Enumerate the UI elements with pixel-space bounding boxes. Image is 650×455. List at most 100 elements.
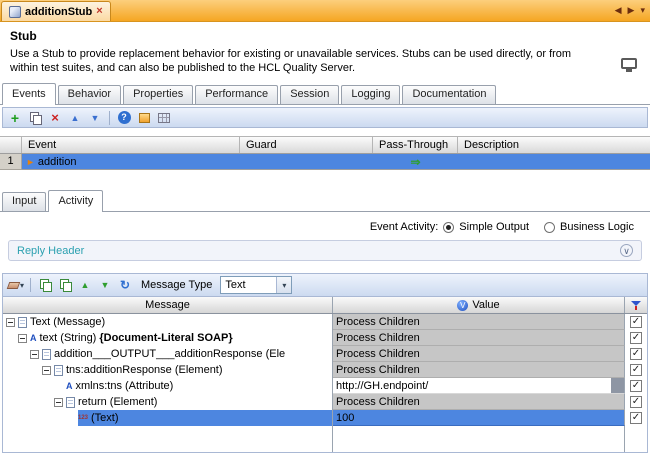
value-cell[interactable]: Process Children bbox=[333, 362, 625, 378]
column-event[interactable]: Event bbox=[22, 137, 240, 153]
include-checkbox[interactable]: ✓ bbox=[630, 348, 642, 360]
include-checkbox[interactable]: ✓ bbox=[630, 396, 642, 408]
value-cell[interactable]: Process Children bbox=[333, 346, 625, 362]
column-message[interactable]: Message bbox=[3, 297, 333, 313]
grid-icon bbox=[158, 113, 170, 123]
collapse-toggle-icon[interactable] bbox=[42, 366, 51, 375]
tab-session[interactable]: Session bbox=[280, 85, 339, 104]
reply-header-section[interactable]: Reply Header ∨ bbox=[8, 240, 642, 261]
message-type-dropdown[interactable]: Text ▾ bbox=[220, 276, 292, 294]
message-toolbar: ▾ ▲ ▼ ↻ Message Type Text ▾ bbox=[3, 274, 647, 297]
refresh-button[interactable]: ↻ bbox=[117, 277, 133, 293]
activity-panel: Event Activity: Simple Output Business L… bbox=[0, 212, 650, 455]
table-view-button[interactable] bbox=[156, 110, 172, 126]
delete-event-button[interactable]: × bbox=[47, 110, 63, 126]
column-filter[interactable] bbox=[625, 297, 647, 313]
help-icon: ? bbox=[118, 111, 131, 124]
message-row[interactable]: addition___OUTPUT___additionResponse (El… bbox=[3, 346, 647, 362]
message-node-icon bbox=[18, 317, 27, 328]
column-value[interactable]: V Value bbox=[333, 297, 625, 313]
help-button[interactable]: ? bbox=[116, 110, 132, 126]
move-up-button[interactable]: ▲ bbox=[67, 110, 83, 126]
page-title: Stub bbox=[10, 29, 640, 43]
cell-end-block bbox=[611, 378, 624, 393]
tab-title: additionStub bbox=[25, 6, 92, 18]
message-row[interactable]: Atext (String){Document-Literal SOAP} Pr… bbox=[3, 330, 647, 346]
toolbar-separator bbox=[109, 111, 110, 125]
tab-performance[interactable]: Performance bbox=[195, 85, 278, 104]
value-cell[interactable]: Process Children bbox=[333, 314, 625, 330]
event-activity-row: Event Activity: Simple Output Business L… bbox=[0, 212, 650, 236]
event-arrow-icon: ► bbox=[26, 157, 35, 167]
include-checkbox[interactable]: ✓ bbox=[630, 316, 642, 328]
copy-icon bbox=[40, 279, 51, 291]
event-sub-tabs: Input Activity bbox=[0, 190, 650, 212]
message-row[interactable]: tns:additionResponse (Element) Process C… bbox=[3, 362, 647, 378]
node-label: (Text) bbox=[91, 412, 119, 424]
collapse-toggle-icon[interactable] bbox=[18, 334, 27, 343]
copy-message-button[interactable] bbox=[37, 277, 53, 293]
tab-input[interactable]: Input bbox=[2, 192, 46, 211]
tab-events[interactable]: Events bbox=[2, 83, 56, 105]
spacer bbox=[0, 170, 650, 190]
message-type-value: Text bbox=[225, 279, 245, 291]
node-label: tns:additionResponse (Element) bbox=[66, 364, 223, 376]
node-label: return (Element) bbox=[78, 396, 157, 408]
value-cell[interactable]: Process Children bbox=[333, 394, 625, 410]
move-field-down-button[interactable]: ▼ bbox=[97, 277, 113, 293]
collapse-toggle-icon[interactable] bbox=[6, 318, 15, 327]
editor-tabstrip: additionStub × ◀ ▶ ▾ bbox=[0, 0, 650, 22]
dropdown-caret-icon: ▾ bbox=[20, 281, 24, 290]
move-down-button[interactable]: ▼ bbox=[87, 110, 103, 126]
message-row-selected[interactable]: 123(Text) 100 ✓ bbox=[3, 410, 647, 426]
radio-business-logic[interactable] bbox=[544, 222, 555, 233]
column-guard[interactable]: Guard bbox=[240, 137, 373, 153]
main-tabs: Events Behavior Properties Performance S… bbox=[0, 81, 650, 105]
nav-back-icon[interactable]: ◀ bbox=[615, 5, 622, 16]
include-checkbox[interactable]: ✓ bbox=[630, 364, 642, 376]
node-format-label: {Document-Literal SOAP} bbox=[99, 332, 232, 344]
tab-behavior[interactable]: Behavior bbox=[58, 85, 121, 104]
reply-header-title: Reply Header bbox=[17, 245, 84, 257]
message-row[interactable]: Axmlns:tns (Attribute) http://GH.endpoin… bbox=[3, 378, 647, 394]
value-cell[interactable]: 100 bbox=[333, 410, 625, 426]
event-name: addition bbox=[38, 156, 77, 168]
tab-additionstub[interactable]: additionStub × bbox=[1, 1, 111, 21]
value-cell[interactable]: http://GH.endpoint/ bbox=[333, 378, 625, 394]
view-menu-icon[interactable]: ▾ bbox=[640, 5, 645, 16]
move-field-up-button[interactable]: ▲ bbox=[77, 277, 93, 293]
event-activity-label: Event Activity: bbox=[370, 221, 438, 233]
tab-activity[interactable]: Activity bbox=[48, 190, 103, 212]
events-toolbar: + × ▲ ▼ ? bbox=[2, 107, 648, 128]
value-cell[interactable]: Process Children bbox=[333, 330, 625, 346]
formatter-button[interactable]: ▾ bbox=[8, 277, 24, 293]
stub-editor-window: additionStub × ◀ ▶ ▾ Stub Use a Stub to … bbox=[0, 0, 650, 455]
nav-forward-icon[interactable]: ▶ bbox=[628, 5, 635, 16]
radio-simple-output[interactable] bbox=[443, 222, 454, 233]
event-row-addition[interactable]: 1 ► addition ⇒ bbox=[0, 154, 650, 170]
column-description[interactable]: Description bbox=[458, 137, 650, 153]
message-row[interactable]: return (Element) Process Children ✓ bbox=[3, 394, 647, 410]
tab-documentation[interactable]: Documentation bbox=[402, 85, 496, 104]
tab-properties[interactable]: Properties bbox=[123, 85, 193, 104]
row-number-header bbox=[0, 137, 22, 153]
tab-logging[interactable]: Logging bbox=[341, 85, 400, 104]
stub-description: Use a Stub to provide replacement behavi… bbox=[10, 47, 602, 75]
include-checkbox[interactable]: ✓ bbox=[630, 332, 642, 344]
column-pass-through[interactable]: Pass-Through bbox=[373, 137, 458, 153]
collapse-chevron-icon[interactable]: ∨ bbox=[620, 244, 633, 257]
package-button[interactable] bbox=[136, 110, 152, 126]
include-checkbox[interactable]: ✓ bbox=[630, 380, 642, 392]
message-row[interactable]: Text (Message) Process Children ✓ bbox=[3, 314, 647, 330]
value-header-label: Value bbox=[472, 299, 499, 311]
include-checkbox[interactable]: ✓ bbox=[630, 412, 642, 424]
paste-icon bbox=[60, 279, 71, 291]
close-tab-icon[interactable]: × bbox=[96, 6, 102, 17]
copy-event-button[interactable] bbox=[27, 110, 43, 126]
collapse-toggle-icon[interactable] bbox=[54, 398, 63, 407]
node-label: Text (Message) bbox=[30, 316, 105, 328]
add-event-button[interactable]: + bbox=[7, 110, 23, 126]
monitor-icon[interactable] bbox=[621, 58, 637, 69]
collapse-toggle-icon[interactable] bbox=[30, 350, 39, 359]
paste-message-button[interactable] bbox=[57, 277, 73, 293]
